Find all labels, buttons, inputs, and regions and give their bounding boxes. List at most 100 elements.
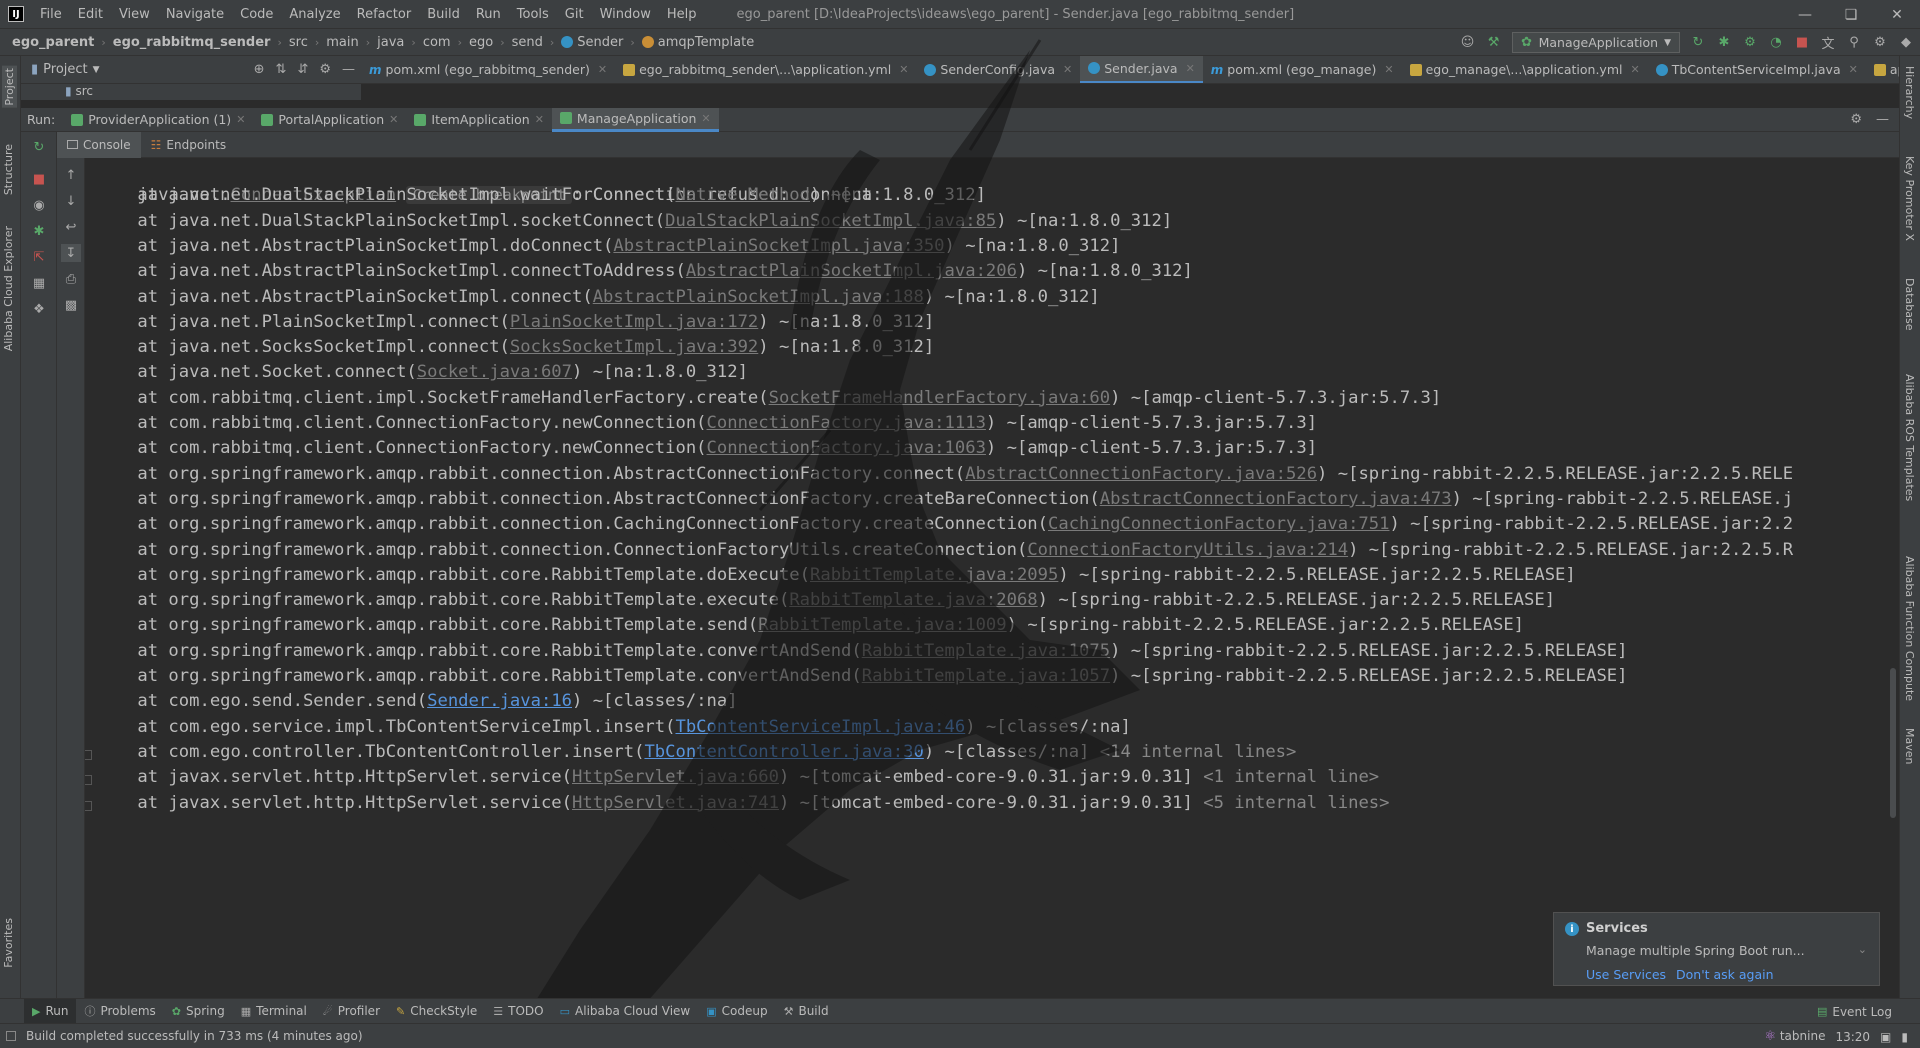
scrollbar-thumb[interactable] [1890, 668, 1896, 818]
bottom-tab-checkstyle[interactable]: ✎ CheckStyle [388, 999, 485, 1024]
source-link[interactable]: HttpServlet.java:660 [572, 767, 779, 787]
source-link[interactable]: RabbitTemplate.java:1009 [758, 615, 1006, 635]
memory-indicator-icon[interactable]: ▮ [1901, 1030, 1908, 1044]
chevron-down-icon[interactable]: ⌄ [1858, 943, 1867, 956]
use-services-link[interactable]: Use Services [1586, 967, 1666, 982]
menu-build[interactable]: Build [419, 0, 468, 29]
hide-icon[interactable]: — [1876, 112, 1889, 127]
bottom-tab-profiler[interactable]: ☄ Profiler [315, 999, 388, 1024]
hierarchy-tool-tab[interactable]: Hierarchy [1903, 66, 1916, 119]
structure-tool-tab[interactable]: Structure [2, 144, 15, 195]
bottom-tab-terminal[interactable]: ▦ Terminal [233, 999, 315, 1024]
menu-edit[interactable]: Edit [70, 0, 111, 29]
close-tab-icon[interactable]: ✕ [598, 63, 607, 76]
source-link[interactable]: RabbitTemplate.java:2095 [810, 565, 1058, 585]
menu-refactor[interactable]: Refactor [349, 0, 420, 29]
restore-icon[interactable]: ❏ [1828, 0, 1874, 29]
editor-tab[interactable]: TbContentServiceImpl.java ✕ [1648, 56, 1866, 83]
source-link[interactable]: PlainSocketImpl.java:172 [510, 312, 758, 332]
editor-tab[interactable]: applicatio [1866, 56, 1899, 83]
tabnine-widget[interactable]: ⚛ tabnine [1764, 1029, 1825, 1044]
rerun-icon[interactable]: ↻ [29, 138, 49, 156]
close-tab-icon[interactable]: ✕ [1186, 62, 1195, 75]
stop-icon[interactable]: ■ [29, 170, 49, 188]
profile-icon[interactable]: ◔ [1768, 35, 1784, 51]
close-tab-icon[interactable]: ✕ [535, 113, 544, 126]
console-scrollbar[interactable] [1887, 158, 1899, 998]
source-link[interactable]: RabbitTemplate.java:1057 [862, 666, 1110, 686]
menu-file[interactable]: File [32, 0, 70, 29]
editor-tab[interactable]: ego_manage\...\application.yml ✕ [1402, 56, 1648, 83]
menu-analyze[interactable]: Analyze [281, 0, 348, 29]
source-link[interactable]: TbContentServiceImpl.java:46 [675, 717, 965, 737]
user-icon[interactable]: ☺ [1460, 35, 1476, 51]
breadcrumb-main[interactable]: main [322, 35, 362, 50]
editor-tab-active[interactable]: Sender.java ✕ [1080, 56, 1203, 83]
source-link[interactable]: AbstractConnectionFactory.java:526 [965, 464, 1317, 484]
coverage-icon[interactable]: ⚙ [1742, 35, 1758, 51]
run-tab-active[interactable]: ManageApplication ✕ [551, 107, 719, 132]
debug-icon[interactable]: ✱ [1716, 35, 1732, 51]
menu-help[interactable]: Help [659, 0, 705, 29]
run-tab[interactable]: PortalApplication ✕ [253, 108, 406, 132]
gear-icon[interactable]: ⚙ [1850, 112, 1862, 127]
breadcrumb-java[interactable]: java [373, 35, 408, 50]
editor-tab[interactable]: m pom.xml (ego_rabbitmq_sender) ✕ [361, 56, 615, 83]
close-tab-icon[interactable]: ✕ [701, 112, 710, 125]
lock-icon[interactable]: ▣ [1880, 1030, 1891, 1044]
fold-toggle-icon[interactable] [85, 775, 92, 786]
breadcrumb-field[interactable]: amqpTemplate [638, 35, 758, 50]
source-link[interactable]: ConnectionFactoryUtils.java:214 [1027, 540, 1348, 560]
breadcrumb-sender[interactable]: Sender [557, 35, 627, 50]
source-link[interactable]: HttpServlet.java:741 [572, 793, 779, 813]
folded-lines[interactable]: <5 internal lines> [1203, 793, 1389, 813]
hide-icon[interactable]: — [342, 62, 355, 77]
toggle-tool-windows-icon[interactable] [6, 1031, 16, 1041]
maven-tool-tab[interactable]: Maven [1903, 728, 1916, 764]
source-link[interactable]: AbstractPlainSocketImpl.java:188 [593, 287, 924, 307]
editor-tab[interactable]: ego_rabbitmq_sender\...\application.yml ✕ [615, 56, 916, 83]
menu-code[interactable]: Code [232, 0, 281, 29]
editor-tab[interactable]: m pom.xml (ego_manage) ✕ [1203, 56, 1402, 83]
expand-all-icon[interactable]: ⇅ [276, 62, 287, 77]
bottom-tab-run[interactable]: ▶ Run [24, 998, 77, 1024]
arrow-up-icon[interactable]: ↑ [61, 166, 81, 184]
menu-view[interactable]: View [111, 0, 158, 29]
settings-icon[interactable]: ⚙ [1872, 35, 1888, 51]
fold-toggle-icon[interactable] [85, 800, 92, 811]
bottom-tab-codeup[interactable]: ▣ Codeup [698, 999, 775, 1024]
soft-wrap-icon[interactable]: ↩ [61, 218, 81, 236]
plugin-icon[interactable]: ◆ [1898, 35, 1914, 51]
camera-icon[interactable]: ◉ [29, 196, 49, 214]
rerun-icon[interactable]: ↻ [1690, 35, 1706, 51]
cursor-position[interactable]: 13:20 [1835, 1030, 1870, 1044]
close-tab-icon[interactable]: ✕ [389, 113, 398, 126]
menu-run[interactable]: Run [468, 0, 509, 29]
breadcrumb-project[interactable]: ego_parent [8, 35, 98, 50]
close-tab-icon[interactable]: ✕ [236, 113, 245, 126]
editor-tab[interactable]: SenderConfig.java ✕ [916, 56, 1080, 83]
bottom-tab-build[interactable]: ⚒ Build [776, 999, 837, 1024]
bottom-tab-alibaba-cloud-view[interactable]: ▭ Alibaba Cloud View [552, 999, 699, 1024]
source-link[interactable]: RabbitTemplate.java:1075 [862, 641, 1110, 661]
source-link[interactable]: DualStackPlainSocketImpl.java:85 [665, 211, 996, 231]
source-link[interactable]: AbstractPlainSocketImpl.java:206 [686, 261, 1017, 281]
source-link[interactable]: RabbitTemplate.java:2068 [789, 590, 1037, 610]
close-icon[interactable]: ✕ [1874, 0, 1920, 29]
project-tool-tab[interactable]: Project [2, 66, 17, 108]
folded-lines[interactable]: <14 internal lines> [1100, 742, 1297, 762]
close-tab-icon[interactable]: ✕ [1849, 63, 1858, 76]
bottom-tab-problems[interactable]: ⓘ Problems [76, 999, 163, 1024]
run-tab[interactable]: ProviderApplication (1) ✕ [63, 108, 253, 132]
event-log-button[interactable]: ▤ Event Log [1817, 999, 1892, 1024]
scroll-to-end-icon[interactable]: ↧ [61, 244, 81, 262]
source-link[interactable]: CachingConnectionFactory.java:751 [1048, 514, 1389, 534]
folded-lines[interactable]: <1 internal line> [1203, 767, 1379, 787]
debug-icon[interactable]: ✱ [29, 222, 49, 240]
breadcrumb-src[interactable]: src [285, 35, 312, 50]
breadcrumb-send[interactable]: send [508, 35, 547, 50]
source-link[interactable]: SocksSocketImpl.java:392 [510, 337, 758, 357]
close-tab-icon[interactable]: ✕ [1384, 63, 1393, 76]
bottom-tab-spring[interactable]: ✿ Spring [164, 999, 233, 1024]
hammer-icon[interactable]: ⚒ [1486, 35, 1502, 51]
